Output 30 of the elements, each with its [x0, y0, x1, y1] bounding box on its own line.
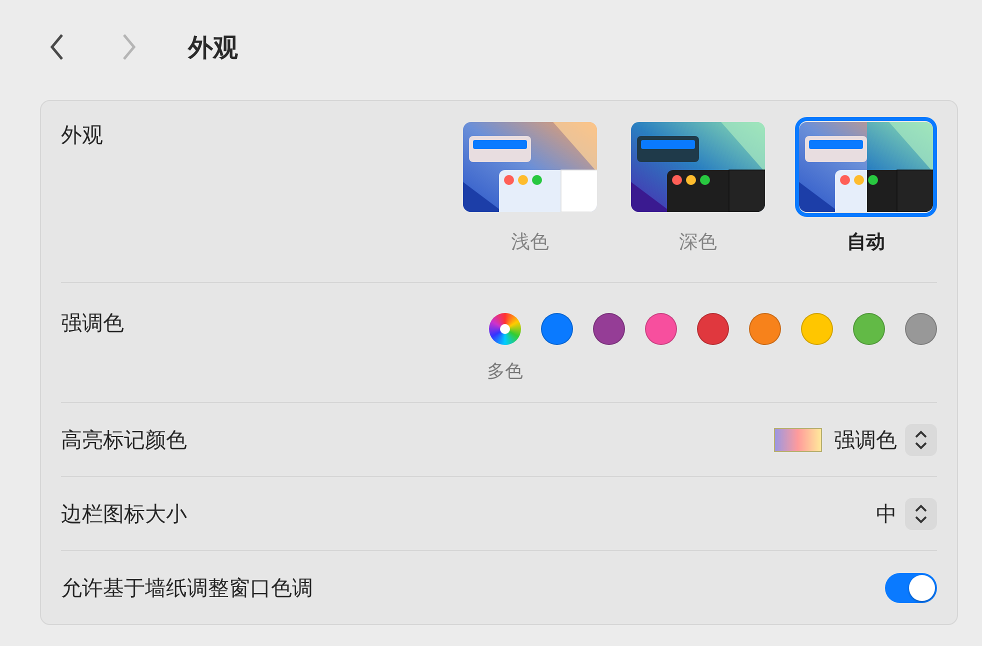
color-swatch[interactable]: [853, 313, 885, 345]
chevron-up-down-icon: [914, 502, 928, 524]
color-swatch[interactable]: [645, 313, 677, 345]
sidebar-icon-size-value: 中: [876, 500, 897, 528]
sidebar-icon-size-label: 边栏图标大小: [61, 500, 187, 528]
color-swatch[interactable]: [541, 313, 573, 345]
chevron-right-icon: [121, 33, 137, 61]
color-swatch[interactable]: [749, 313, 781, 345]
popup-button[interactable]: [905, 424, 937, 456]
highlight-color-label: 高亮标记颜色: [61, 426, 187, 454]
wallpaper-tinting-label: 允许基于墙纸调整窗口色调: [61, 574, 313, 602]
appearance-option-label: 浅色: [511, 230, 549, 255]
popup-button[interactable]: [905, 498, 937, 530]
multicolor-swatch[interactable]: [489, 313, 521, 345]
appearance-thumbnail[interactable]: [795, 117, 937, 217]
accent-color-label: 强调色: [61, 310, 124, 337]
appearance-option-label: 自动: [847, 230, 885, 255]
color-swatch[interactable]: [801, 313, 833, 345]
color-swatch[interactable]: [697, 313, 729, 345]
swatch-label: 多色: [487, 360, 523, 383]
color-swatch[interactable]: [593, 313, 625, 345]
highlight-color-value: 强调色: [834, 426, 897, 454]
page-title: 外观: [188, 32, 238, 64]
color-swatch[interactable]: [905, 313, 937, 345]
toggle-switch[interactable]: [885, 572, 937, 602]
chevron-left-icon: [49, 33, 65, 61]
appearance-option-label: 深色: [679, 230, 717, 255]
appearance-label: 外观: [61, 122, 103, 149]
chevron-up-down-icon: [914, 428, 928, 450]
gradient-preview-icon: [774, 428, 822, 452]
